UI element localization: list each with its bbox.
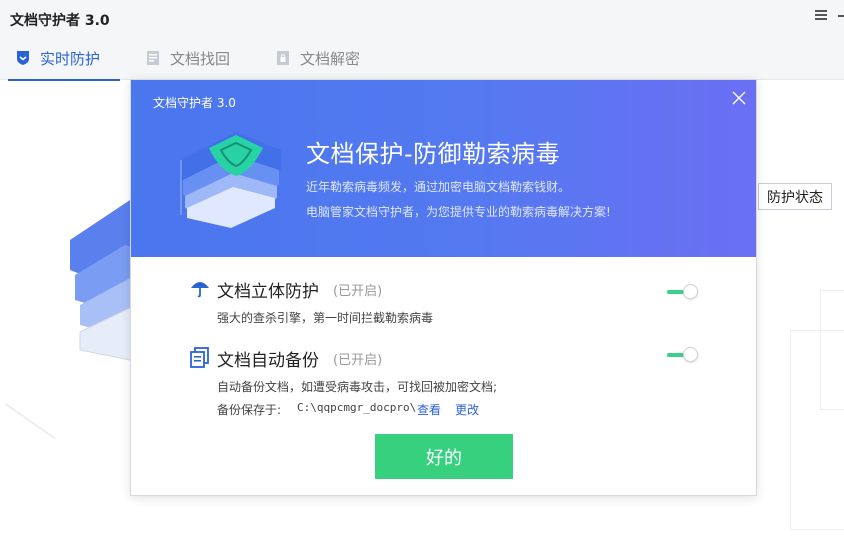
view-backup-link[interactable]: 查看	[417, 401, 441, 418]
dialog-title: 文档守护者 3.0	[153, 96, 236, 110]
tab-bar: 实时防护 文档找回 文档解密	[0, 36, 844, 81]
shield-icon	[17, 51, 29, 65]
backup-document-icon	[190, 347, 209, 368]
tab-label: 文档找回	[170, 49, 231, 68]
title-bar: 文档守护者 3.0	[0, 0, 844, 36]
backup-toggle[interactable]	[667, 347, 698, 363]
feature-state: (已开启)	[333, 284, 383, 299]
tab-document-recovery[interactable]: 文档找回	[146, 36, 230, 80]
protection-toggle[interactable]	[667, 284, 698, 300]
feature-description: 自动备份文档，如遭受病毒攻击，可找回被加密文档;	[217, 380, 498, 394]
feature-state: (已开启)	[333, 353, 383, 368]
backup-location-label: 备份保存于:	[217, 403, 282, 417]
menu-icon[interactable]	[815, 8, 831, 24]
document-icon	[147, 51, 159, 65]
decor-line	[4, 402, 56, 440]
umbrella-icon	[191, 282, 209, 298]
app-title: 文档守护者 3.0	[10, 13, 110, 29]
tab-document-decrypt[interactable]: 文档解密	[276, 36, 360, 80]
protection-status-label: 防护状态	[758, 183, 832, 210]
protection-dialog: 文档守护者 3.0 文档保护-防御勒索病毒 近年勒索病毒频发，通过加密电脑文档勒…	[130, 79, 757, 496]
tab-label: 实时防护	[40, 49, 101, 68]
dialog-header: 文档守护者 3.0 文档保护-防御勒索病毒 近年勒索病毒频发，通过加密电脑文档勒…	[131, 80, 756, 257]
backup-path: C:\qqpcmgr_docpro\	[297, 401, 417, 414]
feature-title: 文档立体防护	[217, 282, 319, 302]
tab-label: 文档解密	[300, 49, 361, 68]
change-backup-link[interactable]: 更改	[455, 401, 479, 418]
ok-button[interactable]: 好的	[375, 434, 513, 479]
feature-title: 文档自动备份	[217, 351, 319, 371]
close-icon[interactable]	[731, 90, 747, 106]
feature-description: 强大的查杀引擎，第一时间拦截勒索病毒	[217, 311, 434, 325]
hero-line: 电脑管家文档守护者，为您提供专业的勒索病毒解决方案!	[306, 205, 611, 219]
decor-panel	[820, 290, 844, 410]
tab-realtime-protection[interactable]: 实时防护	[7, 36, 121, 81]
lock-document-icon	[277, 51, 289, 65]
hero-title: 文档保护-防御勒索病毒	[306, 140, 561, 168]
hero-line: 近年勒索病毒频发，通过加密电脑文档勒索钱财。	[306, 180, 571, 194]
minimize-icon[interactable]	[838, 15, 844, 17]
document-layers-shield-icon	[180, 132, 281, 228]
